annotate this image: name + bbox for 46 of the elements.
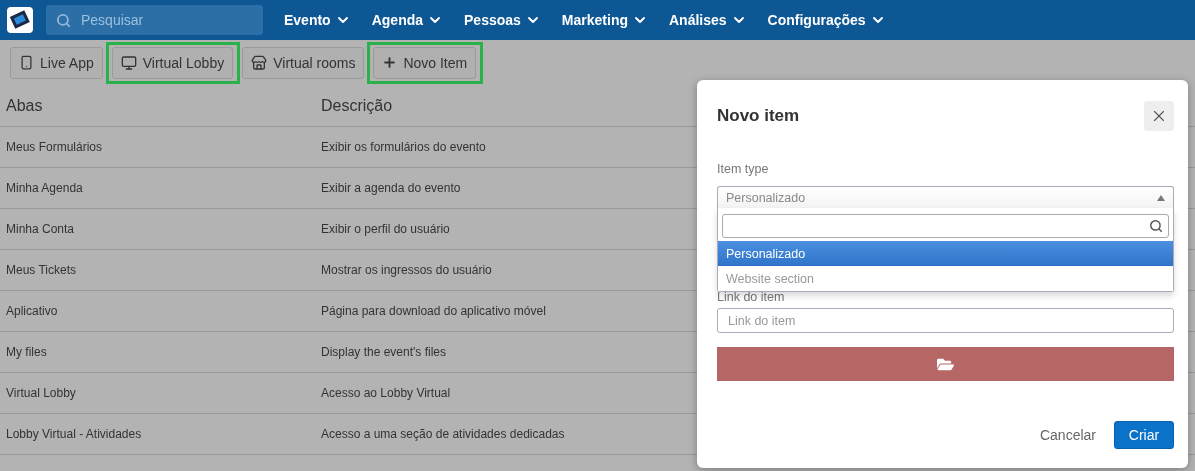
plus-icon <box>382 55 398 70</box>
dropdown-option[interactable]: Personalizado <box>718 241 1173 266</box>
table-cell: Meus Formulários <box>6 140 103 154</box>
table-cell: Exibir os formulários do evento <box>321 140 486 154</box>
logo[interactable] <box>7 7 33 33</box>
cancel-button[interactable]: Cancelar <box>1035 423 1100 447</box>
toolbar-button[interactable]: Live App <box>10 46 103 79</box>
nav-menu[interactable]: Marketing <box>561 12 648 28</box>
table-cell: Acesso ao Lobby Virtual <box>321 386 451 400</box>
nav-menu[interactable]: Análises <box>669 12 747 28</box>
table-cell: My files <box>6 345 47 359</box>
table-cell: Display the event's files <box>321 345 446 359</box>
phone-icon <box>19 55 34 70</box>
link-input-field[interactable]: Link do item <box>717 308 1174 333</box>
table-cell: Exibir o perfil do usuário <box>321 222 450 236</box>
table-cell: Página para download do aplicativo móvel <box>321 304 546 318</box>
search-icon <box>1149 219 1163 233</box>
search-input[interactable]: Pesquisar <box>79 11 249 29</box>
caret-icon <box>1157 194 1165 201</box>
toolbar-button[interactable]: Novo Item <box>373 46 477 79</box>
table-cell: Aplicativo <box>6 304 58 318</box>
nav-menu[interactable]: Pessoas <box>464 12 541 28</box>
table-cell: Meus Tickets <box>6 263 77 277</box>
table-cell: Lobby Virtual - Atividades <box>6 427 142 441</box>
table-cell: Acesso a uma seção de atividades dedicadas <box>321 427 565 441</box>
monitor-icon <box>120 54 137 71</box>
dropdown-search-field[interactable] <box>722 214 1169 238</box>
nav-menu[interactable]: Configurações <box>767 12 886 28</box>
field-label: Link do item <box>717 290 786 306</box>
search-field[interactable]: Pesquisar <box>46 5 263 35</box>
table-cell: Virtual Lobby <box>6 386 76 400</box>
create-button[interactable]: Criar <box>1114 421 1174 449</box>
field-label: Item type <box>717 162 770 178</box>
column-header: Abas <box>5 96 44 115</box>
table-cell: Minha Conta <box>6 222 75 236</box>
table-cell: Mostrar os ingressos do usuário <box>321 263 492 277</box>
search-icon <box>56 12 71 28</box>
close-button[interactable] <box>1144 101 1174 131</box>
store-icon <box>251 54 268 71</box>
table-cell: Exibir a agenda do evento <box>321 181 461 195</box>
toolbar-button[interactable]: Virtual rooms <box>242 46 365 79</box>
nav-menu[interactable]: Evento <box>284 12 351 28</box>
toolbar-button[interactable]: Virtual Lobby <box>111 46 234 79</box>
dialog-title: Novo item <box>717 106 800 126</box>
table-cell: Minha Agenda <box>6 181 83 195</box>
nav-menu[interactable]: Agenda <box>371 12 444 28</box>
